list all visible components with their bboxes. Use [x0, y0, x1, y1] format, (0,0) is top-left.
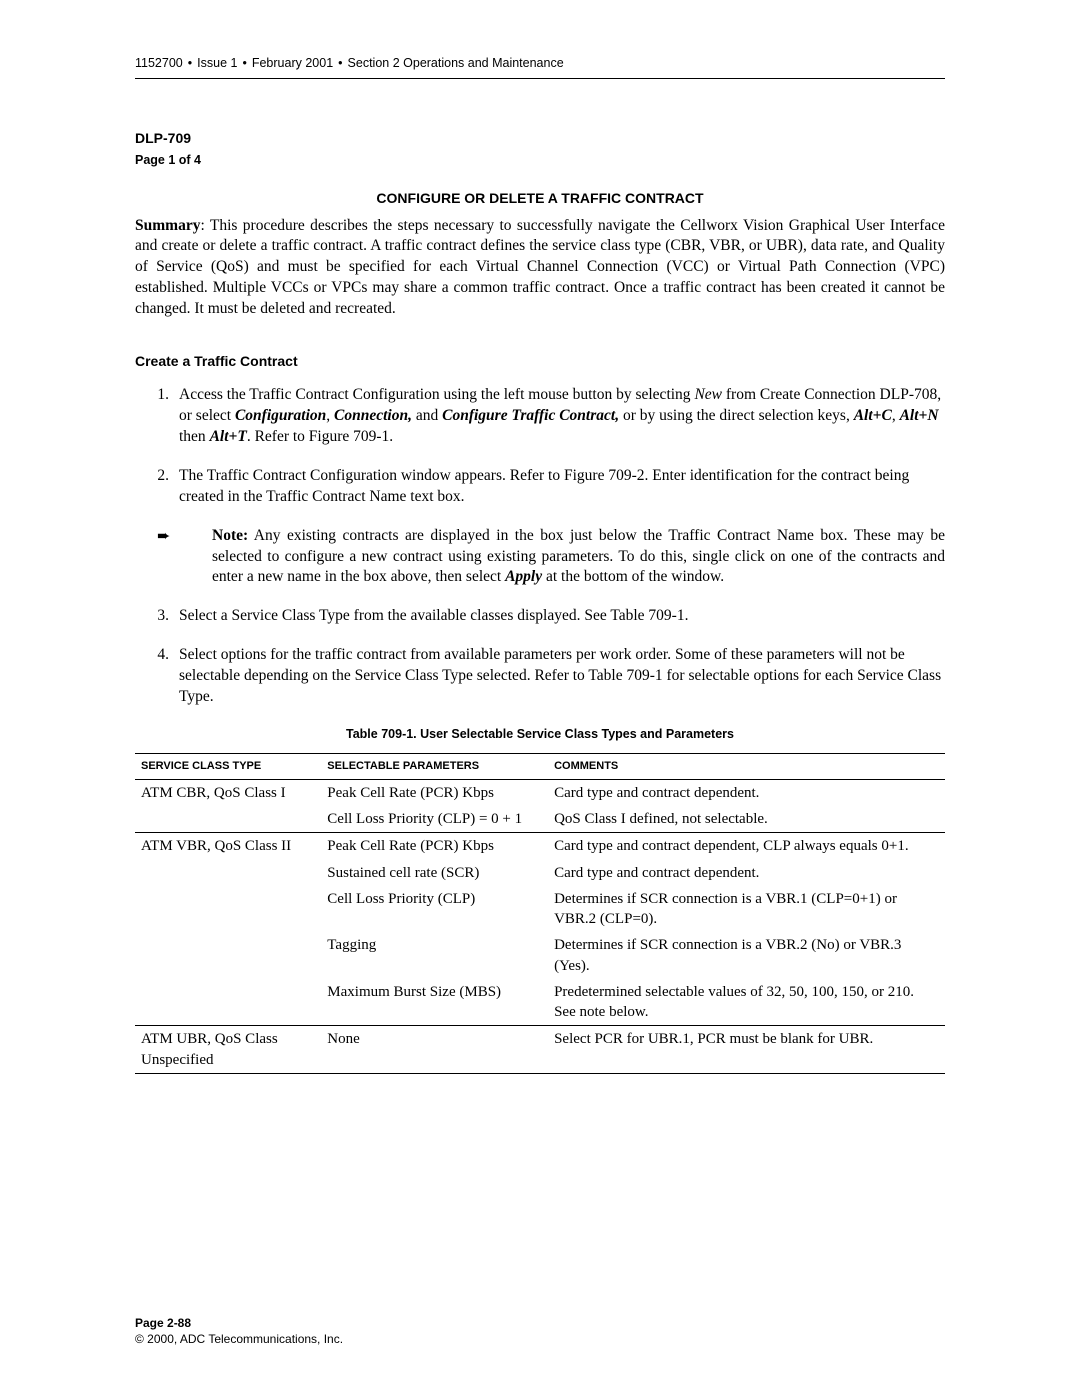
step-number: 3.: [135, 606, 179, 627]
table-cell: Predetermined selectable values of 32, 5…: [548, 979, 945, 1026]
th-comments: COMMENTS: [548, 753, 945, 779]
table-cell: [135, 932, 321, 979]
table-caption: Table 709-1. User Selectable Service Cla…: [135, 726, 945, 743]
th-service-class: SERVICE CLASS TYPE: [135, 753, 321, 779]
note-block: ➨ Note: Any existing contracts are displ…: [135, 526, 945, 589]
step-number: 2.: [135, 466, 179, 508]
table-cell: Cell Loss Priority (CLP) = 0 + 1: [321, 806, 548, 833]
table-cell: Card type and contract dependent.: [548, 779, 945, 806]
table-cell: Determines if SCR connection is a VBR.1 …: [548, 886, 945, 933]
header-section: Section 2 Operations and Maintenance: [333, 56, 564, 70]
summary-text: : This procedure describes the steps nec…: [135, 217, 945, 318]
step-1: 1. Access the Traffic Contract Configura…: [135, 385, 945, 448]
table-row: Cell Loss Priority (CLP) = 0 + 1QoS Clas…: [135, 806, 945, 833]
page-title: CONFIGURE OR DELETE A TRAFFIC CONTRACT: [135, 189, 945, 208]
table-cell: Cell Loss Priority (CLP): [321, 886, 548, 933]
header-date: February 2001: [237, 56, 333, 70]
document-page: 1152700Issue 1February 2001Section 2 Ope…: [0, 0, 1080, 1397]
page-footer: Page 2-88 © 2000, ADC Telecommunications…: [135, 1315, 343, 1347]
step-body: Access the Traffic Contract Configuratio…: [179, 385, 945, 448]
table-cell: None: [321, 1026, 548, 1074]
footer-page: Page 2-88: [135, 1315, 343, 1331]
table-row: Cell Loss Priority (CLP)Determines if SC…: [135, 886, 945, 933]
footer-copyright: © 2000, ADC Telecommunications, Inc.: [135, 1331, 343, 1347]
step-2: 2. The Traffic Contract Configuration wi…: [135, 466, 945, 508]
table-cell: Determines if SCR connection is a VBR.2 …: [548, 932, 945, 979]
doc-id: DLP-709: [135, 129, 945, 148]
step-4: 4. Select options for the traffic contra…: [135, 645, 945, 708]
section-heading: Create a Traffic Contract: [135, 352, 945, 371]
header-issue: Issue 1: [183, 56, 238, 70]
step-body: The Traffic Contract Configuration windo…: [179, 466, 945, 508]
table-link[interactable]: Table 709-1: [610, 607, 684, 624]
table-cell: Peak Cell Rate (PCR) Kbps: [321, 833, 548, 860]
table-row: ATM CBR, QoS Class IPeak Cell Rate (PCR)…: [135, 779, 945, 806]
procedure-list: 1. Access the Traffic Contract Configura…: [135, 385, 945, 708]
table-cell: Maximum Burst Size (MBS): [321, 979, 548, 1026]
note-arrow-icon: ➨: [135, 526, 212, 589]
page-indicator: Page 1 of 4: [135, 152, 945, 169]
table-cell: [135, 860, 321, 886]
summary-paragraph: Summary: This procedure describes the st…: [135, 216, 945, 321]
table-cell: Peak Cell Rate (PCR) Kbps: [321, 779, 548, 806]
table-cell: ATM UBR, QoS Class Unspecified: [135, 1026, 321, 1074]
summary-label: Summary: [135, 217, 200, 234]
table-cell: Card type and contract dependent, CLP al…: [548, 833, 945, 860]
table-cell: ATM CBR, QoS Class I: [135, 779, 321, 806]
step-number: 4.: [135, 645, 179, 708]
service-class-table: SERVICE CLASS TYPE SELECTABLE PARAMETERS…: [135, 753, 945, 1074]
note-body: Note: Any existing contracts are display…: [212, 526, 945, 589]
table-cell: QoS Class I defined, not selectable.: [548, 806, 945, 833]
table-row: ATM VBR, QoS Class IIPeak Cell Rate (PCR…: [135, 833, 945, 860]
header-docnum: 1152700: [135, 56, 183, 70]
table-cell: Tagging: [321, 932, 548, 979]
table-cell: Select PCR for UBR.1, PCR must be blank …: [548, 1026, 945, 1074]
table-row: TaggingDetermines if SCR connection is a…: [135, 932, 945, 979]
table-cell: [135, 806, 321, 833]
table-link[interactable]: Table 709-1: [588, 667, 662, 684]
table-cell: Card type and contract dependent.: [548, 860, 945, 886]
table-cell: Sustained cell rate (SCR): [321, 860, 548, 886]
table-header-row: SERVICE CLASS TYPE SELECTABLE PARAMETERS…: [135, 753, 945, 779]
table-cell: ATM VBR, QoS Class II: [135, 833, 321, 860]
table-row: Maximum Burst Size (MBS)Predetermined se…: [135, 979, 945, 1026]
running-header: 1152700Issue 1February 2001Section 2 Ope…: [135, 55, 945, 79]
table-row: Sustained cell rate (SCR)Card type and c…: [135, 860, 945, 886]
table-row: ATM UBR, QoS Class UnspecifiedNoneSelect…: [135, 1026, 945, 1074]
step-body: Select options for the traffic contract …: [179, 645, 945, 708]
step-3: 3. Select a Service Class Type from the …: [135, 606, 945, 627]
note-label: Note:: [212, 527, 248, 544]
table-cell: [135, 979, 321, 1026]
table-cell: [135, 886, 321, 933]
figure-link[interactable]: Figure 709-2: [564, 467, 645, 484]
step-number: 1.: [135, 385, 179, 448]
th-parameters: SELECTABLE PARAMETERS: [321, 753, 548, 779]
step-body: Select a Service Class Type from the ava…: [179, 606, 945, 627]
